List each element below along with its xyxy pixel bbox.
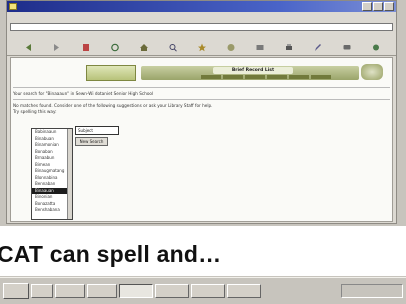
app-icon bbox=[9, 3, 17, 10]
home-button[interactable] bbox=[129, 34, 158, 55]
caption-text: CAT can spell and… bbox=[0, 241, 222, 267]
search-icon bbox=[169, 44, 177, 52]
divider bbox=[13, 87, 390, 88]
nav-button[interactable] bbox=[289, 75, 309, 79]
nav-button[interactable] bbox=[311, 75, 331, 79]
header-row: Brief Record List bbox=[11, 62, 392, 84]
suggestion-heading: Try spelling this way: bbox=[13, 109, 57, 114]
help-badge[interactable] bbox=[361, 64, 383, 80]
stop-icon bbox=[82, 44, 89, 51]
search-input[interactable]: Subject bbox=[75, 126, 119, 135]
nav-button[interactable] bbox=[201, 75, 221, 79]
close-button[interactable] bbox=[384, 2, 394, 11]
title-bar bbox=[7, 1, 396, 12]
caption-area: CAT can spell and… bbox=[0, 226, 406, 276]
taskbar-button[interactable] bbox=[155, 284, 189, 298]
discuss-button[interactable] bbox=[332, 34, 361, 55]
mail-icon bbox=[256, 45, 263, 50]
browser-window: Brief Record List Your search for "Binaa… bbox=[6, 0, 397, 224]
banner-nav bbox=[201, 75, 331, 79]
messenger-icon bbox=[372, 44, 379, 51]
taskbar-button[interactable] bbox=[87, 284, 117, 298]
edit-icon bbox=[314, 44, 321, 51]
taskbar-button[interactable] bbox=[191, 284, 225, 298]
refresh-icon bbox=[110, 43, 119, 52]
address-field[interactable] bbox=[10, 23, 393, 31]
nav-button[interactable] bbox=[245, 75, 265, 79]
header-banner: Brief Record List bbox=[141, 66, 359, 80]
history-icon bbox=[227, 44, 234, 51]
print-button[interactable] bbox=[274, 34, 303, 55]
system-tray bbox=[341, 284, 403, 298]
library-logo bbox=[86, 65, 136, 81]
scrollbar[interactable] bbox=[67, 129, 72, 219]
address-bar bbox=[7, 21, 396, 33]
search-button[interactable] bbox=[158, 34, 187, 55]
history-button[interactable] bbox=[216, 34, 245, 55]
mail-button[interactable] bbox=[245, 34, 274, 55]
messenger-button[interactable] bbox=[361, 34, 390, 55]
star-icon bbox=[197, 43, 206, 52]
nav-button[interactable] bbox=[223, 75, 243, 79]
toolbar bbox=[7, 33, 396, 56]
discuss-icon bbox=[343, 45, 350, 50]
stop-button[interactable] bbox=[71, 34, 100, 55]
no-match-text: No matches found. Consider one of the fo… bbox=[13, 103, 213, 108]
back-button[interactable] bbox=[13, 34, 42, 55]
printer-icon bbox=[285, 44, 292, 50]
menu-bar bbox=[7, 12, 396, 21]
start-button[interactable] bbox=[3, 283, 29, 299]
page-title: Brief Record List bbox=[213, 67, 293, 74]
home-icon bbox=[139, 44, 148, 51]
nav-button[interactable] bbox=[267, 75, 287, 79]
taskbar-button[interactable] bbox=[31, 284, 53, 298]
page-content: Brief Record List Your search for "Binaa… bbox=[10, 57, 393, 222]
taskbar bbox=[0, 277, 406, 304]
forward-button[interactable] bbox=[42, 34, 71, 55]
taskbar-button[interactable] bbox=[227, 284, 261, 298]
forward-arrow-icon bbox=[53, 44, 59, 51]
spelling-suggestions-list[interactable]: Babinaaun Binabuan Binamonian Bonaban Brnaab… bbox=[31, 128, 73, 220]
list-items: Babinaaun Binabuan Binamonian Bonaban Brnaab… bbox=[32, 129, 72, 214]
divider bbox=[13, 99, 390, 100]
maximize-button[interactable] bbox=[373, 2, 383, 11]
favorites-button[interactable] bbox=[187, 34, 216, 55]
search-status-text: Your search for "Binaaaun" in Sewn-Wi do… bbox=[13, 91, 154, 96]
edit-button[interactable] bbox=[303, 34, 332, 55]
taskbar-button-active[interactable] bbox=[119, 284, 153, 298]
window-controls bbox=[362, 2, 394, 11]
taskbar-button[interactable] bbox=[55, 284, 85, 298]
minimize-button[interactable] bbox=[362, 2, 372, 11]
back-arrow-icon bbox=[25, 44, 31, 51]
list-item[interactable]: Benshabana bbox=[32, 207, 72, 214]
new-search-button[interactable]: New Search bbox=[75, 137, 108, 146]
refresh-button[interactable] bbox=[100, 34, 129, 55]
